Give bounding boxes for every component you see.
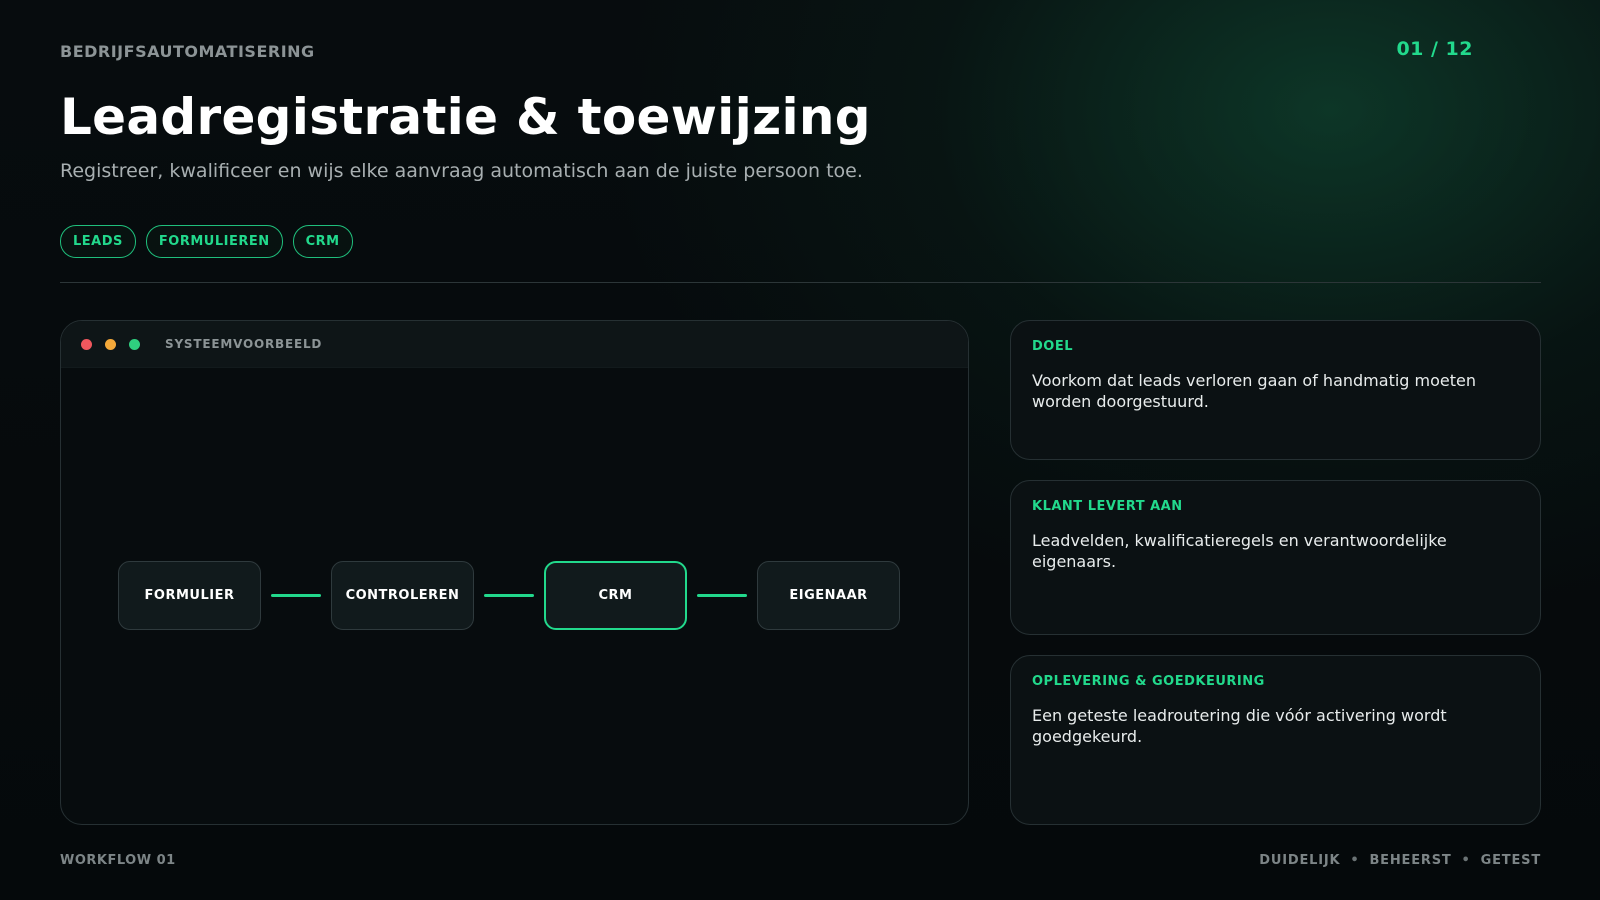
- card-doel: DOEL Voorkom dat leads verloren gaan of …: [1010, 320, 1541, 460]
- window-minimize-dot: [105, 338, 116, 350]
- window-maximize-dot: [129, 338, 140, 350]
- page-counter: 01 / 12: [1396, 38, 1473, 60]
- flow-connector: [271, 594, 321, 597]
- footer-quality-item: GETEST: [1480, 853, 1541, 868]
- card-klant-levert-aan: KLANT LEVERT AAN Leadvelden, kwalificati…: [1010, 480, 1541, 635]
- flow-node-controleren: CONTROLEREN: [331, 561, 474, 630]
- page-subtitle: Registreer, kwalificeer en wijs elke aan…: [60, 160, 863, 182]
- flow-node-formulier: FORMULIER: [118, 561, 261, 630]
- footer-separator: •: [1350, 853, 1360, 868]
- footer-quality-item: BEHEERST: [1369, 853, 1452, 868]
- card-label: OPLEVERING & GOEDKEURING: [1032, 674, 1265, 689]
- flow-connector: [484, 594, 534, 597]
- tag-list: LEADS FORMULIEREN CRM: [60, 225, 353, 258]
- slide: BEDRIJFSAUTOMATISERING 01 / 12 Leadregis…: [0, 0, 1600, 900]
- footer-workflow-label: WORKFLOW 01: [60, 853, 176, 868]
- flow-connector: [697, 594, 747, 597]
- tag-crm: CRM: [292, 225, 353, 258]
- tag-leads: LEADS: [60, 225, 136, 258]
- workflow-diagram: FORMULIER CONTROLEREN CRM EIGENAAR: [118, 561, 900, 630]
- flow-node-crm: CRM: [544, 561, 687, 630]
- header-divider: [60, 282, 1541, 283]
- page-title: Leadregistratie & toewijzing: [60, 88, 871, 146]
- footer-separator: •: [1461, 853, 1471, 868]
- window-close-dot: [81, 338, 92, 350]
- card-label: DOEL: [1032, 339, 1074, 354]
- card-text: Leadvelden, kwalificatieregels en verant…: [1032, 531, 1447, 571]
- card-label: KLANT LEVERT AAN: [1032, 499, 1183, 514]
- system-preview-window: SYSTEEMVOORBEELD FORMULIER CONTROLEREN C…: [60, 320, 969, 825]
- eyebrow-label: BEDRIJFSAUTOMATISERING: [60, 42, 315, 61]
- footer-qualities: DUIDELIJK • BEHEERST • GETEST: [1259, 853, 1541, 868]
- card-text: Voorkom dat leads verloren gaan of handm…: [1032, 371, 1476, 411]
- tag-formulieren: FORMULIEREN: [145, 225, 283, 258]
- flow-node-eigenaar: EIGENAAR: [757, 561, 900, 630]
- footer-quality-item: DUIDELIJK: [1259, 853, 1341, 868]
- card-text: Een geteste leadroutering die vóór activ…: [1032, 706, 1447, 746]
- window-title: SYSTEEMVOORBEELD: [165, 337, 323, 351]
- card-oplevering: OPLEVERING & GOEDKEURING Een geteste lea…: [1010, 655, 1541, 825]
- window-titlebar: SYSTEEMVOORBEELD: [61, 321, 968, 368]
